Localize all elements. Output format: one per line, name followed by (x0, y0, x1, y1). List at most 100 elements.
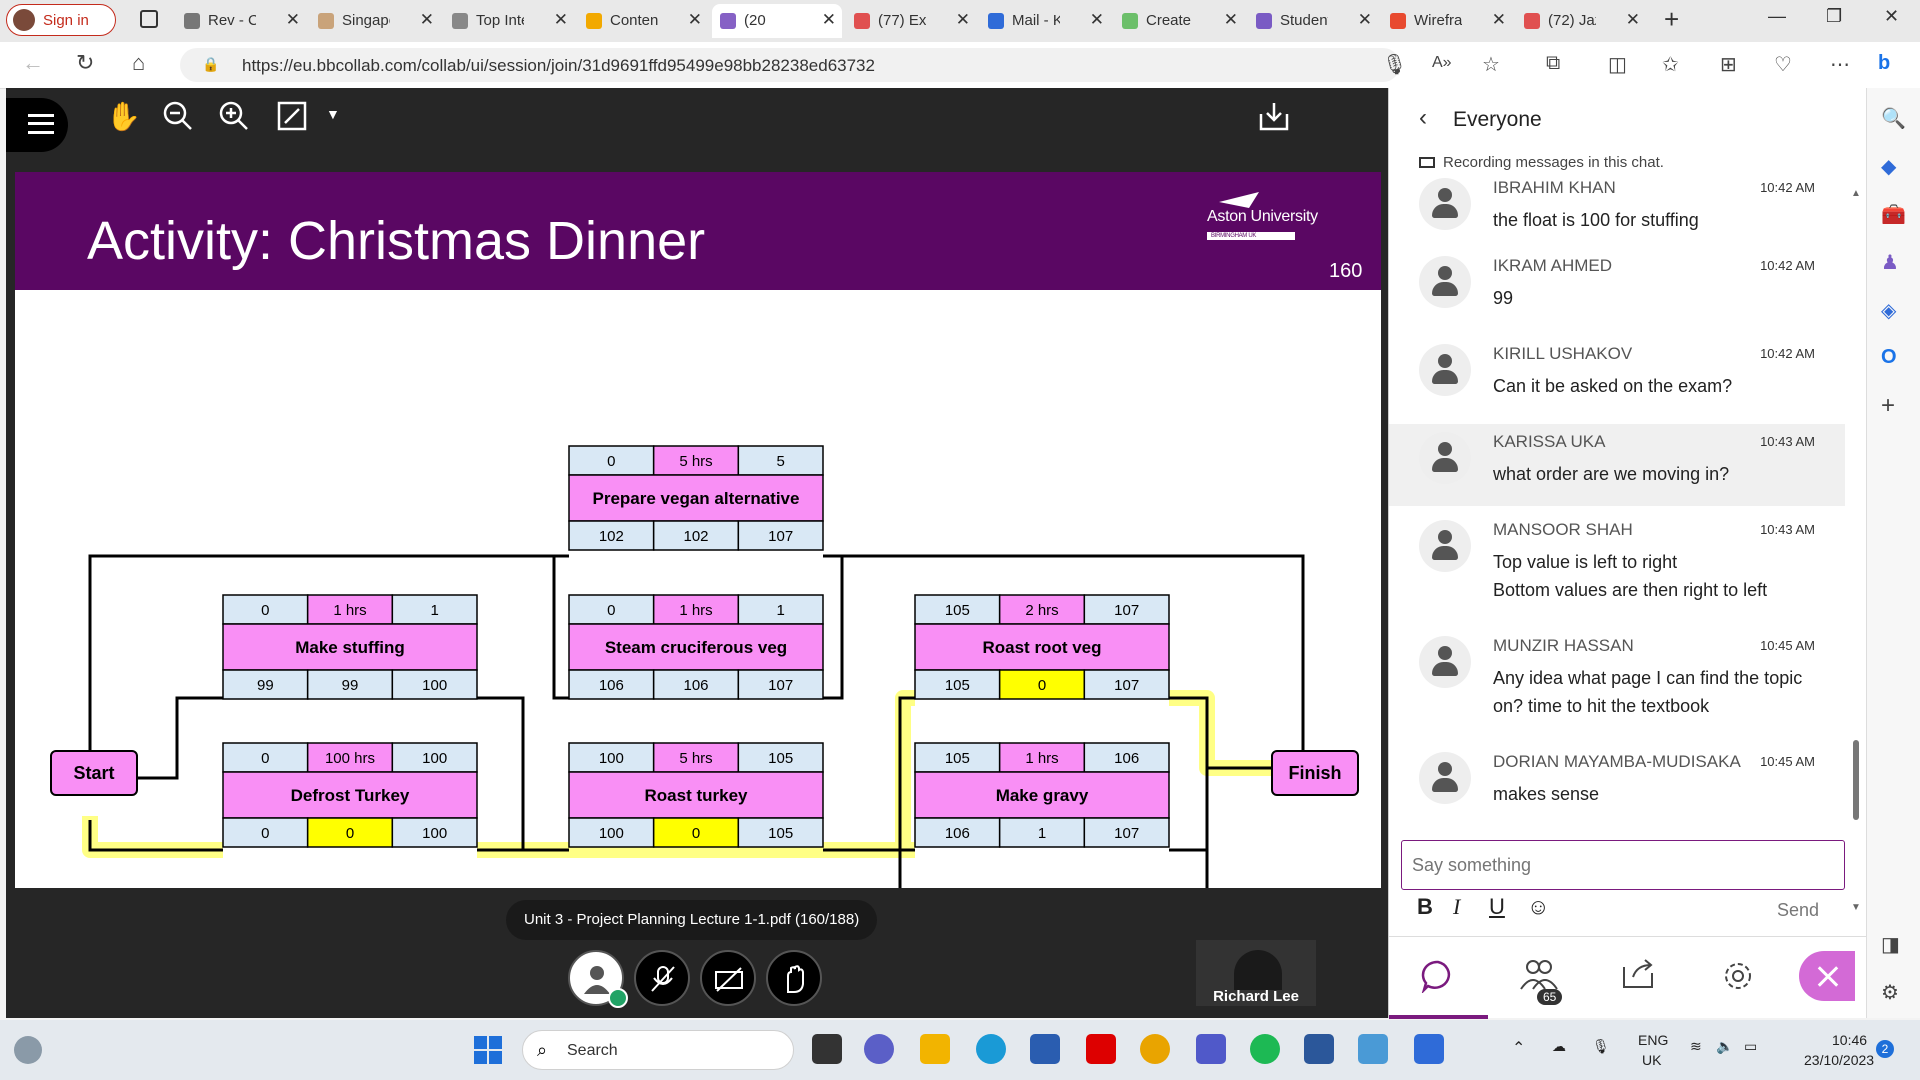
copilot-icon[interactable]: b (1878, 52, 1890, 75)
l-app-icon[interactable] (1086, 1034, 1116, 1064)
tab-actions-icon[interactable] (140, 10, 158, 28)
browser-tab[interactable]: Top Inte ✕ (444, 4, 574, 38)
close-tab-icon[interactable]: ✕ (956, 10, 970, 30)
outlook-icon[interactable]: O (1881, 346, 1897, 369)
teams-icon[interactable] (1196, 1034, 1226, 1064)
browser-tab[interactable]: Rev - Ca ✕ (176, 4, 306, 38)
italic-icon[interactable]: I (1453, 894, 1460, 920)
restore-icon[interactable]: ❐ (1826, 6, 1842, 27)
download-icon[interactable] (1258, 100, 1290, 139)
bold-icon[interactable]: B (1417, 894, 1433, 920)
chat-scrollbar[interactable]: ▲ ▼ (1849, 188, 1861, 916)
browser-tab[interactable]: (20 ✕ (712, 4, 842, 38)
microsoft-365-icon[interactable]: ◈ (1881, 298, 1896, 323)
sign-in-button[interactable]: Sign in (6, 4, 116, 36)
my-status-button[interactable] (568, 950, 628, 1008)
close-window-icon[interactable]: ✕ (1884, 6, 1899, 27)
search-icon[interactable]: 🔍 (1881, 106, 1906, 131)
chat-message-input[interactable] (1401, 840, 1845, 890)
chevron-left-icon[interactable]: ‹ (1419, 104, 1427, 132)
close-tab-icon[interactable]: ✕ (1358, 10, 1372, 30)
paint-icon[interactable] (1358, 1034, 1388, 1064)
spotify-icon[interactable] (1250, 1034, 1280, 1064)
tab-settings[interactable] (1689, 937, 1788, 1019)
close-tab-icon[interactable]: ✕ (1224, 10, 1238, 30)
url-field[interactable]: 🔒 https://eu.bbcollab.com/collab/ui/sess… (180, 48, 1400, 82)
zoom-in-icon[interactable] (218, 100, 250, 139)
chevron-up-icon[interactable]: ⌃ (1512, 1038, 1525, 1058)
scroll-up-icon[interactable]: ▲ (1851, 188, 1861, 199)
close-tab-icon[interactable]: ✕ (1090, 10, 1104, 30)
weather-icon[interactable] (14, 1036, 42, 1064)
close-tab-icon[interactable]: ✕ (286, 10, 300, 30)
clock-time[interactable]: 10:46 (1832, 1032, 1867, 1048)
chat-message-list[interactable]: IBRAHIM KHAN 10:42 AM the float is 100 for… (1389, 178, 1845, 916)
browser-tab[interactable]: Content ✕ (578, 4, 708, 38)
browser-tab[interactable]: Singapo ✕ (310, 4, 440, 38)
browser-tab[interactable]: Student ✕ (1248, 4, 1378, 38)
chevron-down-icon[interactable]: ▼ (326, 106, 340, 122)
favorites-icon[interactable]: ✩ (1662, 52, 1679, 77)
browser-tab[interactable]: Create a ✕ (1114, 4, 1244, 38)
tab-participants[interactable]: 65 (1489, 937, 1588, 1019)
hide-sidebar-icon[interactable]: ◨ (1881, 932, 1900, 957)
camera-off-button[interactable] (700, 950, 756, 1006)
close-tab-icon[interactable]: ✕ (1492, 10, 1506, 30)
taskbar-search[interactable]: ⌕ Search (522, 1030, 794, 1070)
underline-icon[interactable]: U (1489, 894, 1505, 920)
file-explorer-icon[interactable] (920, 1034, 950, 1064)
close-tab-icon[interactable]: ✕ (554, 10, 568, 30)
split-screen-icon[interactable]: ◫ (1608, 52, 1627, 77)
shopping-tag-icon[interactable]: ◆ (1881, 154, 1896, 179)
back-icon[interactable]: ← (22, 50, 44, 76)
close-tab-icon[interactable]: ✕ (1626, 10, 1640, 30)
close-tab-icon[interactable]: ✕ (420, 10, 434, 30)
browser-tab[interactable]: Wirefran ✕ (1382, 4, 1512, 38)
new-tab-button[interactable]: + (1664, 4, 1679, 35)
browser-tab[interactable]: Mail - K ✕ (980, 4, 1110, 38)
fit-page-icon[interactable] (276, 100, 308, 139)
zoom-out-icon[interactable] (162, 100, 194, 139)
raise-hand-button[interactable] (766, 950, 822, 1006)
battery-icon[interactable]: ▭ (1744, 1038, 1757, 1055)
word-icon[interactable] (1304, 1034, 1334, 1064)
session-menu-button[interactable] (6, 98, 68, 152)
task-view-icon[interactable] (812, 1034, 842, 1064)
read-aloud-icon[interactable]: A» (1432, 54, 1452, 72)
app-icon[interactable] (1414, 1034, 1444, 1064)
sidebar-settings-icon[interactable]: ⚙ (1881, 980, 1899, 1005)
browser-tab[interactable]: (72) Jazz ✕ (1516, 4, 1646, 38)
chrome-icon[interactable] (1140, 1034, 1170, 1064)
close-panel-button[interactable] (1799, 951, 1855, 1001)
home-icon[interactable]: ⌂ (132, 50, 145, 76)
refresh-icon[interactable]: ↻ (76, 50, 94, 76)
close-tab-icon[interactable]: ✕ (822, 10, 836, 30)
onedrive-icon[interactable]: ☁ (1552, 1038, 1566, 1055)
scroll-down-icon[interactable]: ▼ (1851, 902, 1861, 913)
send-button[interactable]: Send (1777, 900, 1819, 921)
emoji-icon[interactable]: ☺ (1527, 894, 1549, 920)
windows-start-icon[interactable] (474, 1036, 502, 1064)
tools-icon[interactable]: 🧰 (1881, 202, 1906, 227)
volume-icon[interactable]: 🔈 (1716, 1038, 1733, 1055)
games-icon[interactable]: ♟ (1881, 250, 1899, 275)
edge-browser-icon[interactable] (976, 1034, 1006, 1064)
microphone-tray-icon[interactable]: 🎙 (1592, 1038, 1610, 1055)
clock-date[interactable]: 23/10/2023 (1804, 1052, 1874, 1068)
speaker-video-tile[interactable]: Richard Lee (1196, 940, 1316, 1006)
extensions-icon[interactable]: ⧉ (1546, 52, 1560, 75)
microsoft-store-icon[interactable] (1030, 1034, 1060, 1064)
favorite-star-icon[interactable]: ☆ (1482, 52, 1500, 77)
browser-tab[interactable]: (77) Extr ✕ (846, 4, 976, 38)
wifi-icon[interactable]: ≋ (1690, 1038, 1702, 1055)
microphone-icon[interactable]: 🎙 (1382, 52, 1407, 77)
tab-share-content[interactable] (1589, 937, 1688, 1019)
language-line2[interactable]: UK (1642, 1052, 1661, 1068)
pan-hand-icon[interactable]: ✋ (106, 100, 141, 133)
tab-chat[interactable] (1389, 937, 1488, 1019)
performance-icon[interactable]: ♡ (1774, 52, 1792, 77)
more-menu-icon[interactable]: ⋯ (1830, 52, 1850, 77)
collections-icon[interactable]: ⊞ (1720, 52, 1737, 77)
minimize-icon[interactable]: — (1768, 6, 1786, 27)
notification-badge[interactable]: 2 (1876, 1040, 1894, 1058)
